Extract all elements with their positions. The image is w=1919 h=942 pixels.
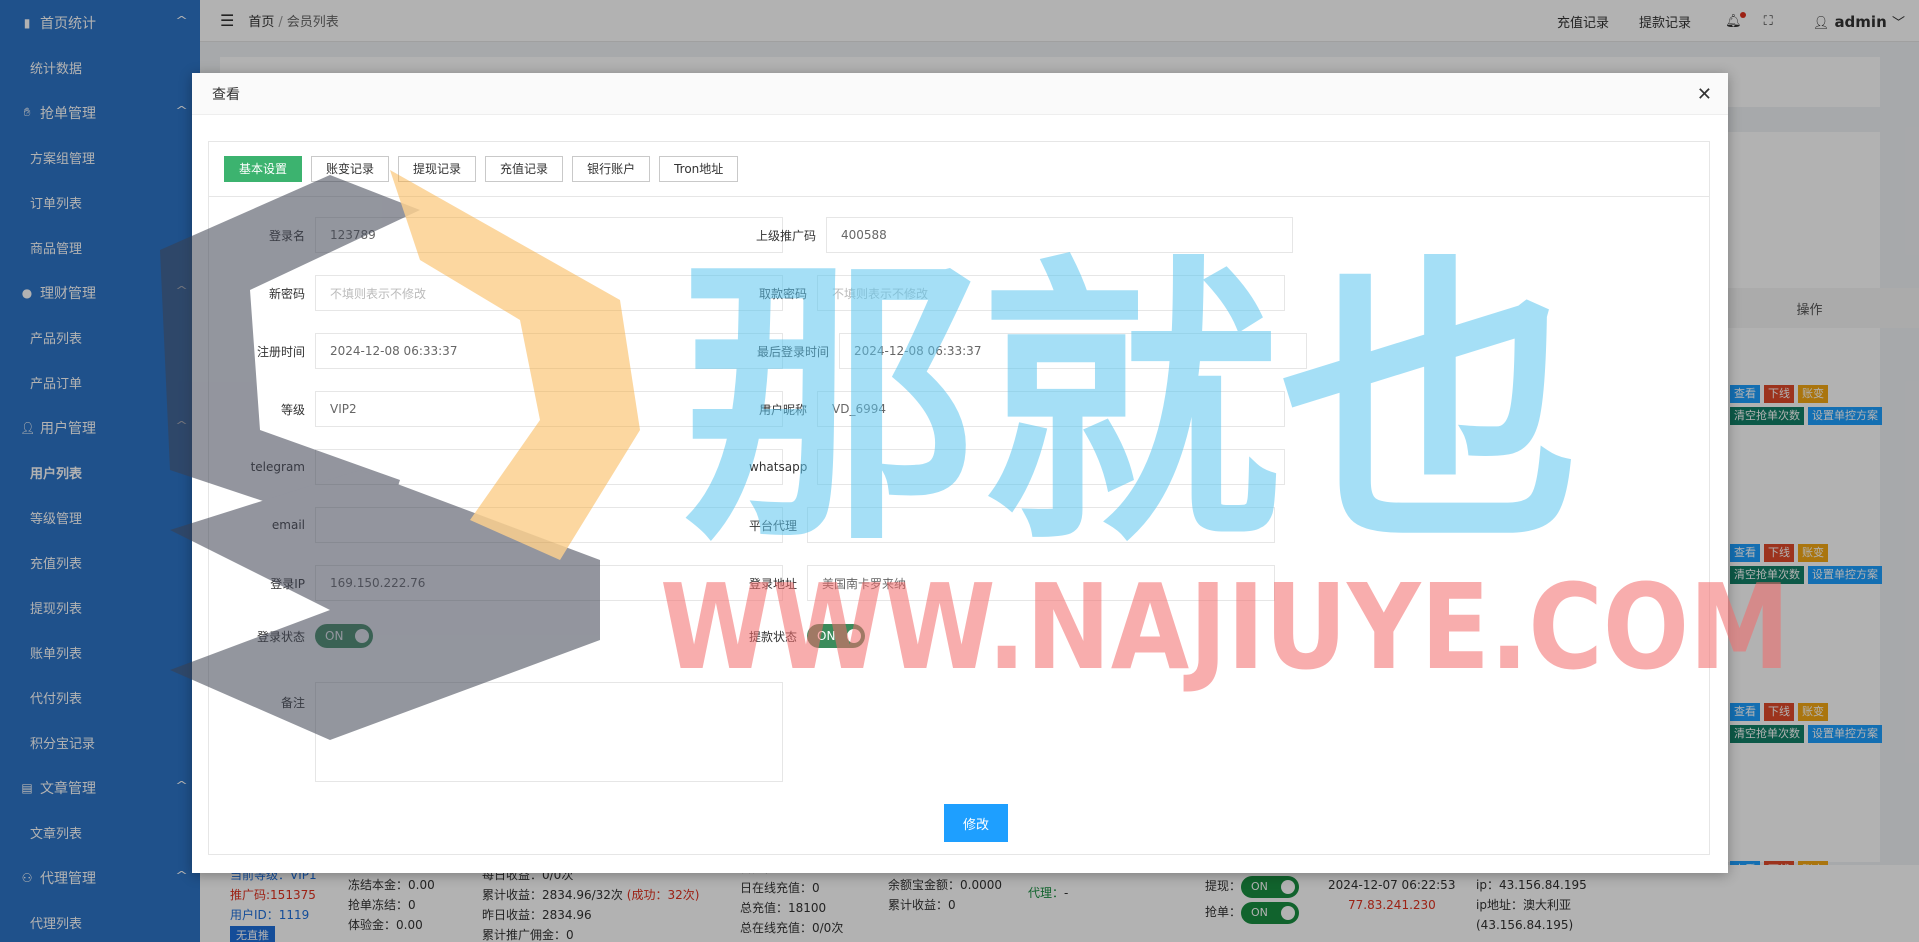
- dialog-body: 基本设置 账变记录 提现记录 充值记录 银行账户 Tron地址 登录名 123789 上级…: [208, 141, 1710, 855]
- register-time-row: 注册时间 2024-12-08 06:33:37: [219, 333, 783, 369]
- parent-code-label: 上级推广码: [755, 228, 816, 243]
- whatsapp-field[interactable]: [817, 449, 1285, 485]
- parent-code-field[interactable]: 400588: [826, 217, 1293, 253]
- toggle-knob: [355, 629, 369, 643]
- tab-item[interactable]: 提现记录: [398, 156, 477, 182]
- tab-item[interactable]: 账变记录: [311, 156, 390, 182]
- telegram-field[interactable]: [315, 449, 783, 485]
- telegram-label: telegram: [250, 460, 305, 474]
- withdraw-password-label: 取款密码: [758, 286, 807, 301]
- email-row: email: [219, 507, 783, 543]
- new-password-field[interactable]: 不填则表示不修改: [315, 275, 783, 311]
- last-login-label: 最后登录时间: [756, 344, 829, 359]
- level-row: 等级 VIP2: [219, 391, 783, 427]
- whatsapp-row: whatsapp: [749, 449, 1285, 485]
- withdraw-status-toggle[interactable]: ON: [807, 624, 865, 648]
- tab-item[interactable]: 充值记录: [485, 156, 564, 182]
- last-login-row: 最后登录时间 2024-12-08 06:33:37: [749, 333, 1307, 369]
- login-address-row: 登录地址 美国南卡罗来纳: [749, 565, 1275, 601]
- parent-code-row: 上级推广码 400588: [749, 217, 1293, 253]
- tab-bar: 基本设置 账变记录 提现记录 充值记录 银行账户 Tron地址: [209, 142, 1709, 197]
- tab-item[interactable]: 银行账户: [572, 156, 651, 182]
- level-selected-value: VIP2: [330, 402, 357, 416]
- platform-agent-row: 平台代理: [749, 507, 1275, 543]
- view-member-dialog: 查看 ✕ 基本设置 账变记录 提现记录 充值记录 银行账户 Tron地址 登录名 1237…: [192, 73, 1728, 873]
- level-select[interactable]: VIP2: [315, 391, 783, 427]
- login-name-row: 登录名 123789: [219, 217, 783, 253]
- modify-button[interactable]: 修改: [944, 804, 1008, 842]
- register-time-label: 注册时间: [256, 344, 305, 359]
- withdraw-password-row: 取款密码 不填则表示不修改: [749, 275, 1285, 311]
- login-ip-field[interactable]: 169.150.222.76: [315, 565, 783, 601]
- tab-item[interactable]: 基本设置: [224, 156, 303, 182]
- whatsapp-label: whatsapp: [749, 460, 808, 474]
- login-address-label: 登录地址: [749, 576, 798, 591]
- login-status-toggle[interactable]: ON: [315, 624, 373, 648]
- remark-textarea[interactable]: [315, 682, 783, 782]
- login-ip-row: 登录IP 169.150.222.76: [219, 565, 783, 601]
- register-time-field[interactable]: 2024-12-08 06:33:37: [315, 333, 783, 369]
- remark-label: 备注: [280, 696, 305, 710]
- login-status-label: 登录状态: [256, 629, 305, 644]
- tab-item[interactable]: Tron地址: [659, 156, 739, 182]
- login-status-value: ON: [325, 629, 344, 643]
- nickname-label: 用户昵称: [758, 402, 807, 417]
- dialog-title: 查看: [212, 86, 240, 103]
- login-name-field[interactable]: 123789: [315, 217, 783, 253]
- toggle-knob: [847, 629, 861, 643]
- new-password-label: 新密码: [268, 286, 305, 301]
- platform-agent-label: 平台代理: [749, 518, 798, 533]
- new-password-row: 新密码 不填则表示不修改: [219, 275, 783, 311]
- last-login-field[interactable]: 2024-12-08 06:33:37: [839, 333, 1307, 369]
- login-ip-label: 登录IP: [270, 576, 305, 591]
- nickname-field[interactable]: VD_6994: [817, 391, 1285, 427]
- dialog-header: 查看: [192, 73, 1728, 115]
- platform-agent-field[interactable]: [807, 507, 1275, 543]
- login-status-row: 登录状态 ON: [219, 624, 373, 648]
- login-name-label: 登录名: [268, 228, 305, 243]
- withdraw-status-label: 提款状态: [749, 629, 798, 644]
- telegram-row: telegram: [219, 449, 783, 485]
- email-label: email: [271, 518, 305, 532]
- close-icon[interactable]: ✕: [1697, 84, 1712, 105]
- nickname-row: 用户昵称 VD_6994: [749, 391, 1285, 427]
- login-address-field[interactable]: 美国南卡罗来纳: [807, 565, 1275, 601]
- withdraw-password-field[interactable]: 不填则表示不修改: [817, 275, 1285, 311]
- level-label: 等级: [280, 402, 305, 417]
- withdraw-status-value: ON: [817, 629, 836, 643]
- email-field[interactable]: [315, 507, 783, 543]
- remark-row: 备注: [219, 682, 783, 782]
- withdraw-status-row: 提款状态 ON: [749, 624, 865, 648]
